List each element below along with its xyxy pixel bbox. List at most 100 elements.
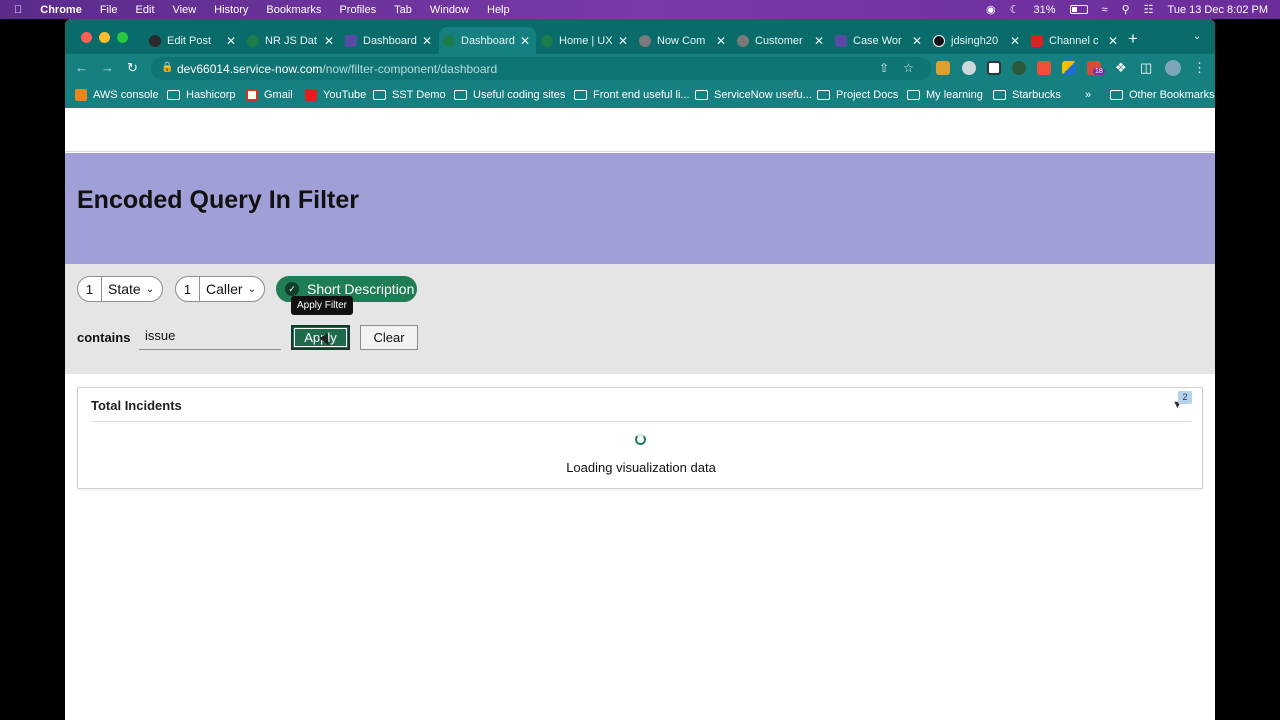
reload-icon[interactable]: ↻ (127, 60, 138, 76)
menu-bookmarks[interactable]: Bookmarks (266, 4, 321, 16)
menu-history[interactable]: History (214, 4, 248, 16)
tab-dashboard-1[interactable]: Dashboard ✕ (341, 27, 438, 54)
card-divider (91, 421, 1191, 422)
tab-dashboard-active[interactable]: Dashboard ✕ (439, 27, 536, 54)
wordpress-favicon-icon (149, 34, 161, 47)
bookmark-project-docs[interactable]: Project Docs (817, 89, 898, 101)
tab-home-ux[interactable]: Home | UX ✕ (537, 27, 634, 54)
card-title: Total Incidents (91, 398, 182, 413)
bookmark-servicenow-useful[interactable]: ServiceNow usefu... (695, 89, 812, 101)
bookmark-starbucks[interactable]: Starbucks (993, 89, 1061, 101)
bookmark-star-icon[interactable]: ☆ (903, 61, 914, 75)
folder-icon (574, 90, 587, 100)
menu-window[interactable]: Window (430, 4, 469, 16)
address-url[interactable]: dev66014.service-now.com/now/filter-comp… (177, 62, 497, 76)
spotlight-search-icon[interactable]: ⚲ (1122, 3, 1130, 16)
menubar-datetime[interactable]: Tue 13 Dec 8:02 PM (1168, 4, 1268, 16)
url-path: /now/filter-component/dashboard (322, 62, 498, 76)
filter-label: Caller (206, 281, 243, 297)
filter-pill-state[interactable]: 1 State ⌄ (77, 276, 164, 302)
tab-title: Dashboard (363, 34, 417, 47)
badge-extension-icon[interactable]: 18 (1087, 61, 1105, 75)
lock-icon[interactable]: 🔒 (161, 62, 173, 73)
close-tab-icon[interactable]: ✕ (226, 34, 236, 48)
macos-menubar:  Chrome File Edit View History Bookmark… (0, 0, 1280, 19)
bookmark-front-end[interactable]: Front end useful li... (574, 89, 690, 101)
tab-title: Edit Post (167, 34, 212, 47)
profile-avatar[interactable] (1165, 60, 1181, 76)
tab-youtube-channel[interactable]: Channel c ✕ (1027, 27, 1124, 54)
close-tab-icon[interactable]: ✕ (1108, 34, 1118, 48)
filter-value-input[interactable] (139, 322, 281, 350)
tab-edit-post[interactable]: Edit Post ✕ (145, 27, 242, 54)
contains-operator-label: contains (77, 330, 131, 345)
new-tab-plus-icon[interactable]: + (1128, 29, 1138, 49)
bookmark-label: YouTube (323, 89, 367, 101)
browser-toolbar: ← → ↻ 🔒 dev66014.service-now.com/now/fil… (65, 54, 1215, 83)
apple-icon[interactable]:  (14, 4, 22, 16)
close-tab-icon[interactable]: ✕ (324, 34, 334, 48)
qr-extension-icon[interactable] (987, 61, 1001, 75)
servicenow-favicon-icon (443, 34, 455, 47)
tab-case-workspace[interactable]: Case Wor ✕ (831, 27, 928, 54)
close-tab-icon[interactable]: ✕ (1010, 34, 1020, 48)
close-window-button[interactable] (81, 32, 92, 43)
puzzle-extensions-icon[interactable]: ❖ (1115, 60, 1127, 76)
record-icon[interactable]: ◉ (986, 3, 996, 16)
menu-tab[interactable]: Tab (394, 4, 412, 16)
browser-window: Edit Post ✕ NR JS Dat ✕ Dashboard ✕ Dash… (65, 19, 1215, 720)
extension-icon-2[interactable] (962, 61, 976, 75)
zoom-window-button[interactable] (117, 32, 128, 43)
bookmarks-overflow-chevron[interactable]: » (1085, 89, 1091, 101)
forward-arrow-icon[interactable]: → (101, 60, 114, 75)
close-tab-icon[interactable]: ✕ (520, 34, 530, 48)
servicenow-favicon-icon (541, 34, 553, 47)
tab-nr-js-data[interactable]: NR JS Dat ✕ (243, 27, 340, 54)
menu-app-name[interactable]: Chrome (40, 4, 82, 16)
bookmark-aws-console[interactable]: AWS console (75, 89, 159, 101)
extension-icon-1[interactable] (936, 61, 950, 75)
folder-icon (1110, 90, 1123, 100)
tab-search-chevron-icon[interactable]: ⌄ (1193, 31, 1201, 42)
bookmark-other-bookmarks[interactable]: Other Bookmarks (1110, 89, 1215, 101)
close-tab-icon[interactable]: ✕ (716, 34, 726, 48)
wifi-icon[interactable]: ≈ (1102, 4, 1108, 16)
bookmark-youtube[interactable]: YouTube (305, 89, 366, 101)
tab-now-components[interactable]: Now Com ✕ (635, 27, 732, 54)
back-arrow-icon[interactable]: ← (75, 60, 88, 75)
bookmark-useful-coding-sites[interactable]: Useful coding sites (454, 89, 565, 101)
close-tab-icon[interactable]: ✕ (814, 34, 824, 48)
bookmark-hashicorp[interactable]: Hashicorp (167, 89, 236, 101)
menu-help[interactable]: Help (487, 4, 510, 16)
folder-icon (817, 90, 830, 100)
sidebar-panel-icon[interactable]: ◫ (1140, 60, 1152, 76)
close-tab-icon[interactable]: ✕ (422, 34, 432, 48)
filter-pill-caller[interactable]: 1 Caller ⌄ (175, 276, 265, 302)
share-icon[interactable]: ⇧ (879, 61, 889, 75)
address-bar[interactable]: 🔒 dev66014.service-now.com/now/filter-co… (151, 57, 931, 80)
close-tab-icon[interactable]: ✕ (912, 34, 922, 48)
bookmark-gmail[interactable]: Gmail (246, 89, 293, 101)
bookmark-label: Other Bookmarks (1129, 89, 1215, 101)
menu-file[interactable]: File (100, 4, 118, 16)
control-center-icon[interactable]: ☷ (1144, 3, 1154, 16)
menu-profiles[interactable]: Profiles (339, 4, 376, 16)
gear-extension-icon[interactable] (1012, 61, 1026, 75)
more-menu-icon[interactable]: ⋮ (1193, 60, 1206, 76)
swift-extension-icon[interactable] (1037, 61, 1051, 75)
menu-edit[interactable]: Edit (136, 4, 155, 16)
bookmark-my-learning[interactable]: My learning (907, 89, 983, 101)
color-extension-icon[interactable] (1062, 61, 1076, 75)
menu-view[interactable]: View (173, 4, 197, 16)
moon-icon[interactable]: ☾ (1010, 3, 1020, 16)
folder-icon (993, 90, 1006, 100)
bookmark-label: Gmail (264, 89, 293, 101)
close-tab-icon[interactable]: ✕ (618, 34, 628, 48)
minimize-window-button[interactable] (99, 32, 110, 43)
tab-customer[interactable]: Customer ✕ (733, 27, 830, 54)
tab-github[interactable]: jdsingh20 ✕ (929, 27, 1026, 54)
bookmark-sst-demo[interactable]: SST Demo (373, 89, 446, 101)
battery-icon[interactable] (1069, 5, 1088, 14)
bookmark-label: Front end useful li... (593, 89, 690, 101)
clear-button[interactable]: Clear (360, 325, 418, 350)
